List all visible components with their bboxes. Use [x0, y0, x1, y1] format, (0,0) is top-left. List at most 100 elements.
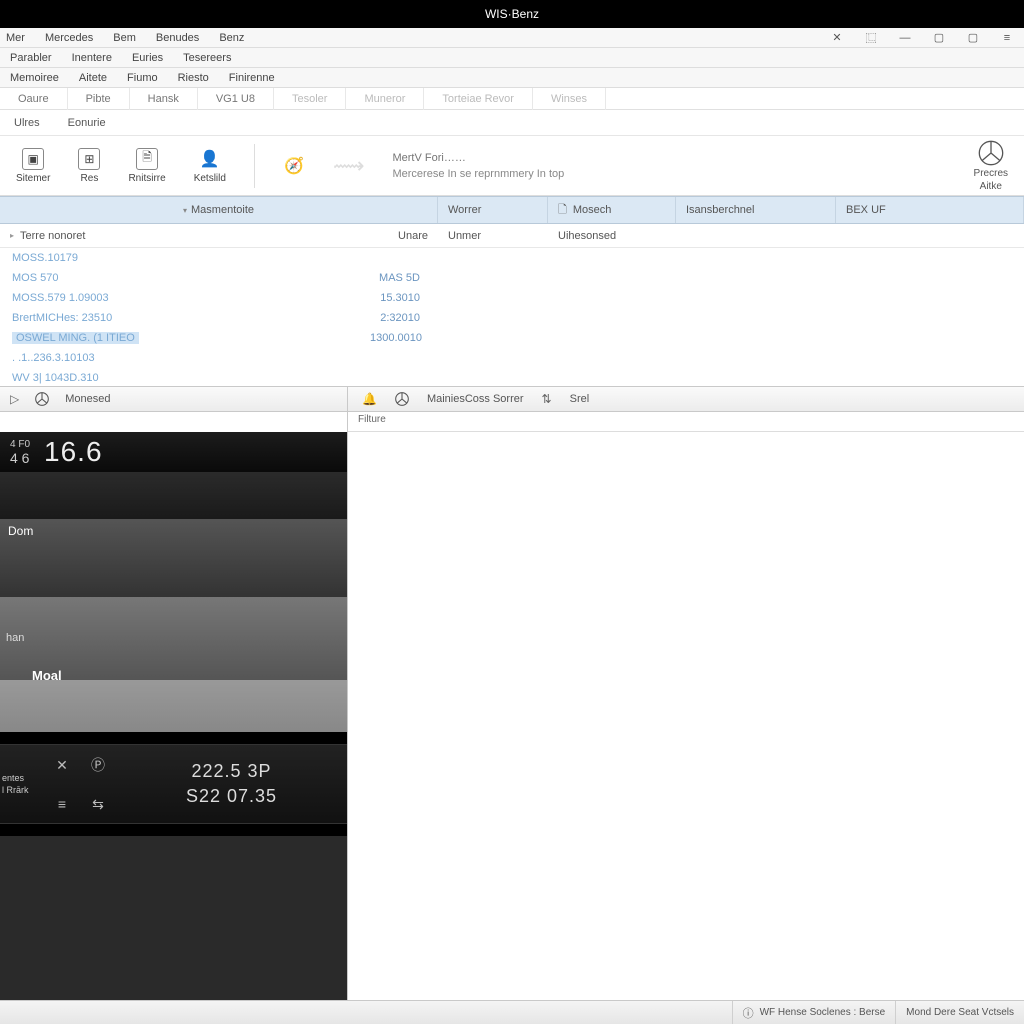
user-icon: 👤 [199, 148, 221, 170]
console-value: 222.5 3P [191, 761, 271, 782]
filter-label[interactable]: Filture [348, 412, 1024, 432]
status-segment: ⓘ WF Hense Soclenes : Berse [732, 1001, 896, 1024]
preview-pane: 4 F0 4 6 16.6 Dom han Moal entes l Rrārk… [0, 432, 348, 1012]
brand-logo: Precres Aitke [974, 140, 1008, 192]
menu-item[interactable]: Aitete [69, 72, 117, 84]
subheader-cell[interactable]: Unare [370, 224, 438, 247]
column-header[interactable]: BEX UF [836, 197, 1024, 223]
preview-console: entes l Rrārk ✕ Ⓟ ≡ ⇆ 222.5 3P S22 07.35 [0, 732, 347, 836]
route-icon[interactable]: ✕ [56, 757, 68, 774]
menu-item[interactable]: Parabler [0, 52, 62, 64]
tool-label: Ketslild [194, 173, 226, 184]
sort-icon[interactable]: ⇅ [542, 392, 552, 406]
tool-res[interactable]: ⊞ Res [78, 148, 100, 184]
console-label: l Rrārk [2, 785, 44, 795]
preview-tag: Moal [32, 668, 62, 683]
keypad-icon: ⊞ [78, 148, 100, 170]
table-row[interactable]: MOS 570MAS 5D [0, 268, 1024, 288]
menu-item[interactable]: Fiumo [117, 72, 168, 84]
menu-item[interactable]: Benudes [146, 32, 209, 44]
tab[interactable]: VG1 U8 [198, 88, 274, 110]
table-row[interactable]: OSWEL MING. (1 ITIEO1300.0010 [0, 328, 1024, 348]
table-row[interactable]: WV 3| 1043D.310 [0, 368, 1024, 386]
ribbon-sub-item[interactable]: Ulres [0, 117, 54, 129]
menu-item[interactable]: Inentere [62, 52, 122, 64]
tool-label: Sitemer [16, 173, 50, 184]
menu-item[interactable]: Finirenne [219, 72, 285, 84]
menu-item[interactable]: Riesto [168, 72, 219, 84]
parking-icon[interactable]: Ⓟ [91, 755, 105, 775]
console-icons: ✕ Ⓟ ≡ ⇆ [44, 745, 116, 823]
tool-sitemer[interactable]: ▣ Sitemer [16, 148, 50, 184]
table-row[interactable]: . .1..236.3.10103 [0, 348, 1024, 368]
menu-item[interactable]: Benz [209, 32, 254, 44]
preview-tag: Dom [8, 524, 33, 538]
menu-item[interactable]: Mer [0, 32, 35, 44]
filter-bar: Filture [0, 412, 1024, 432]
subheader-cell[interactable]: Terre nonoret [0, 224, 370, 247]
bell-icon[interactable]: 🔔 [362, 392, 377, 406]
swap-icon[interactable]: ⇆ [92, 796, 104, 813]
tool-label: Rnitsirre [128, 173, 165, 184]
column-header[interactable]: 🗋Mosech [548, 197, 676, 223]
play-icon[interactable]: ▷ [10, 392, 19, 406]
menu-icon[interactable]: ≡ [990, 32, 1024, 44]
readout-small: 4 6 [10, 450, 30, 466]
menubar-row-2: Parabler Inentere Euries Tesereers [0, 48, 1024, 68]
menu-item[interactable]: Euries [122, 52, 173, 64]
mid-label: Srel [570, 393, 590, 405]
search-input[interactable] [392, 152, 572, 164]
table-row[interactable]: MOSS.579 1.0900315.3010 [0, 288, 1024, 308]
tab[interactable]: Torteiae Revor [424, 88, 533, 110]
tab[interactable]: Muneror [346, 88, 424, 110]
subheader-cell[interactable]: Unmer [438, 224, 548, 247]
lower-split: 4 F0 4 6 16.6 Dom han Moal entes l Rrārk… [0, 432, 1024, 1012]
search-area: Mercerese In se reprnmmery In top [392, 152, 572, 180]
mid-label: MainiesCoss Sorrer [427, 393, 524, 405]
tab[interactable]: Pibte [68, 88, 130, 110]
column-header[interactable]: Isansberchnel [676, 197, 836, 223]
table-row[interactable]: MOSS.10179 [0, 248, 1024, 268]
doc-icon: 🗋 [558, 201, 567, 220]
menubar-row-3: Memoiree Aitete Fiumo Riesto Finirenne [0, 68, 1024, 88]
status-bar: ⓘ WF Hense Soclenes : Berse Mond Dere Se… [0, 1000, 1024, 1024]
menu-item[interactable]: Memoiree [0, 72, 69, 84]
mid-label: Monesed [65, 393, 110, 405]
ribbon-sub-item[interactable]: Eonurie [54, 117, 120, 129]
window-box-icon[interactable]: ▢ [956, 31, 990, 44]
tool-compass[interactable]: 🧭 [283, 155, 305, 177]
column-header[interactable]: Worrer [438, 197, 548, 223]
console-value: S22 07.35 [186, 786, 277, 807]
mercedes-star-icon [978, 140, 1004, 166]
menu-item[interactable]: Tesereers [173, 52, 241, 64]
tab[interactable]: Winses [533, 88, 606, 110]
document-icon: 🗎 [136, 148, 158, 170]
menu-icon[interactable]: ≡ [58, 796, 66, 812]
mid-toolbar: ▷ Monesed 🔔 MainiesCoss Sorrer ⇅ Srel [0, 386, 1024, 412]
table-row[interactable]: BrertMICHes: 235102:32010 [0, 308, 1024, 328]
compass-icon: 🧭 [283, 155, 305, 177]
menu-item[interactable]: Mercedes [35, 32, 103, 44]
column-header[interactable]: Masmentoite [0, 197, 438, 223]
menu-item[interactable]: Bem [103, 32, 146, 44]
titlebar: WIS·Benz [0, 0, 1024, 28]
toolbar: ▣ Sitemer ⊞ Res 🗎 Rnitsirre 👤 Ketslild 🧭… [0, 136, 1024, 196]
tab[interactable]: Oaure [0, 88, 68, 110]
restore-icon[interactable]: ⿺ [854, 30, 888, 46]
tabstrip: Oaure Pibte Hansk VG1 U8 Tesoler Muneror… [0, 88, 1024, 110]
tab[interactable]: Tesoler [274, 88, 346, 110]
info-icon: ⓘ [743, 1005, 754, 1021]
subheader-cell[interactable]: Uihesonsed [548, 224, 676, 247]
tab[interactable]: Hansk [130, 88, 198, 110]
brand-text: Precres [974, 168, 1008, 179]
close-icon[interactable]: ✕ [820, 31, 854, 44]
minimize-icon[interactable]: — [888, 32, 922, 44]
ribbon-sub: Ulres Eonurie [0, 110, 1024, 136]
readout-small: 4 F0 [10, 439, 30, 450]
menubar-row-1: Mer Mercedes Bem Benudes Benz ✕ ⿺ — ▢ ▢ … [0, 28, 1024, 48]
tool-document[interactable]: 🗎 Rnitsirre [128, 148, 165, 184]
window-box-icon[interactable]: ▢ [922, 31, 956, 44]
tool-user[interactable]: 👤 Ketslild [194, 148, 226, 184]
brand-text: Aitke [980, 181, 1002, 192]
mercedes-star-icon [395, 392, 409, 406]
